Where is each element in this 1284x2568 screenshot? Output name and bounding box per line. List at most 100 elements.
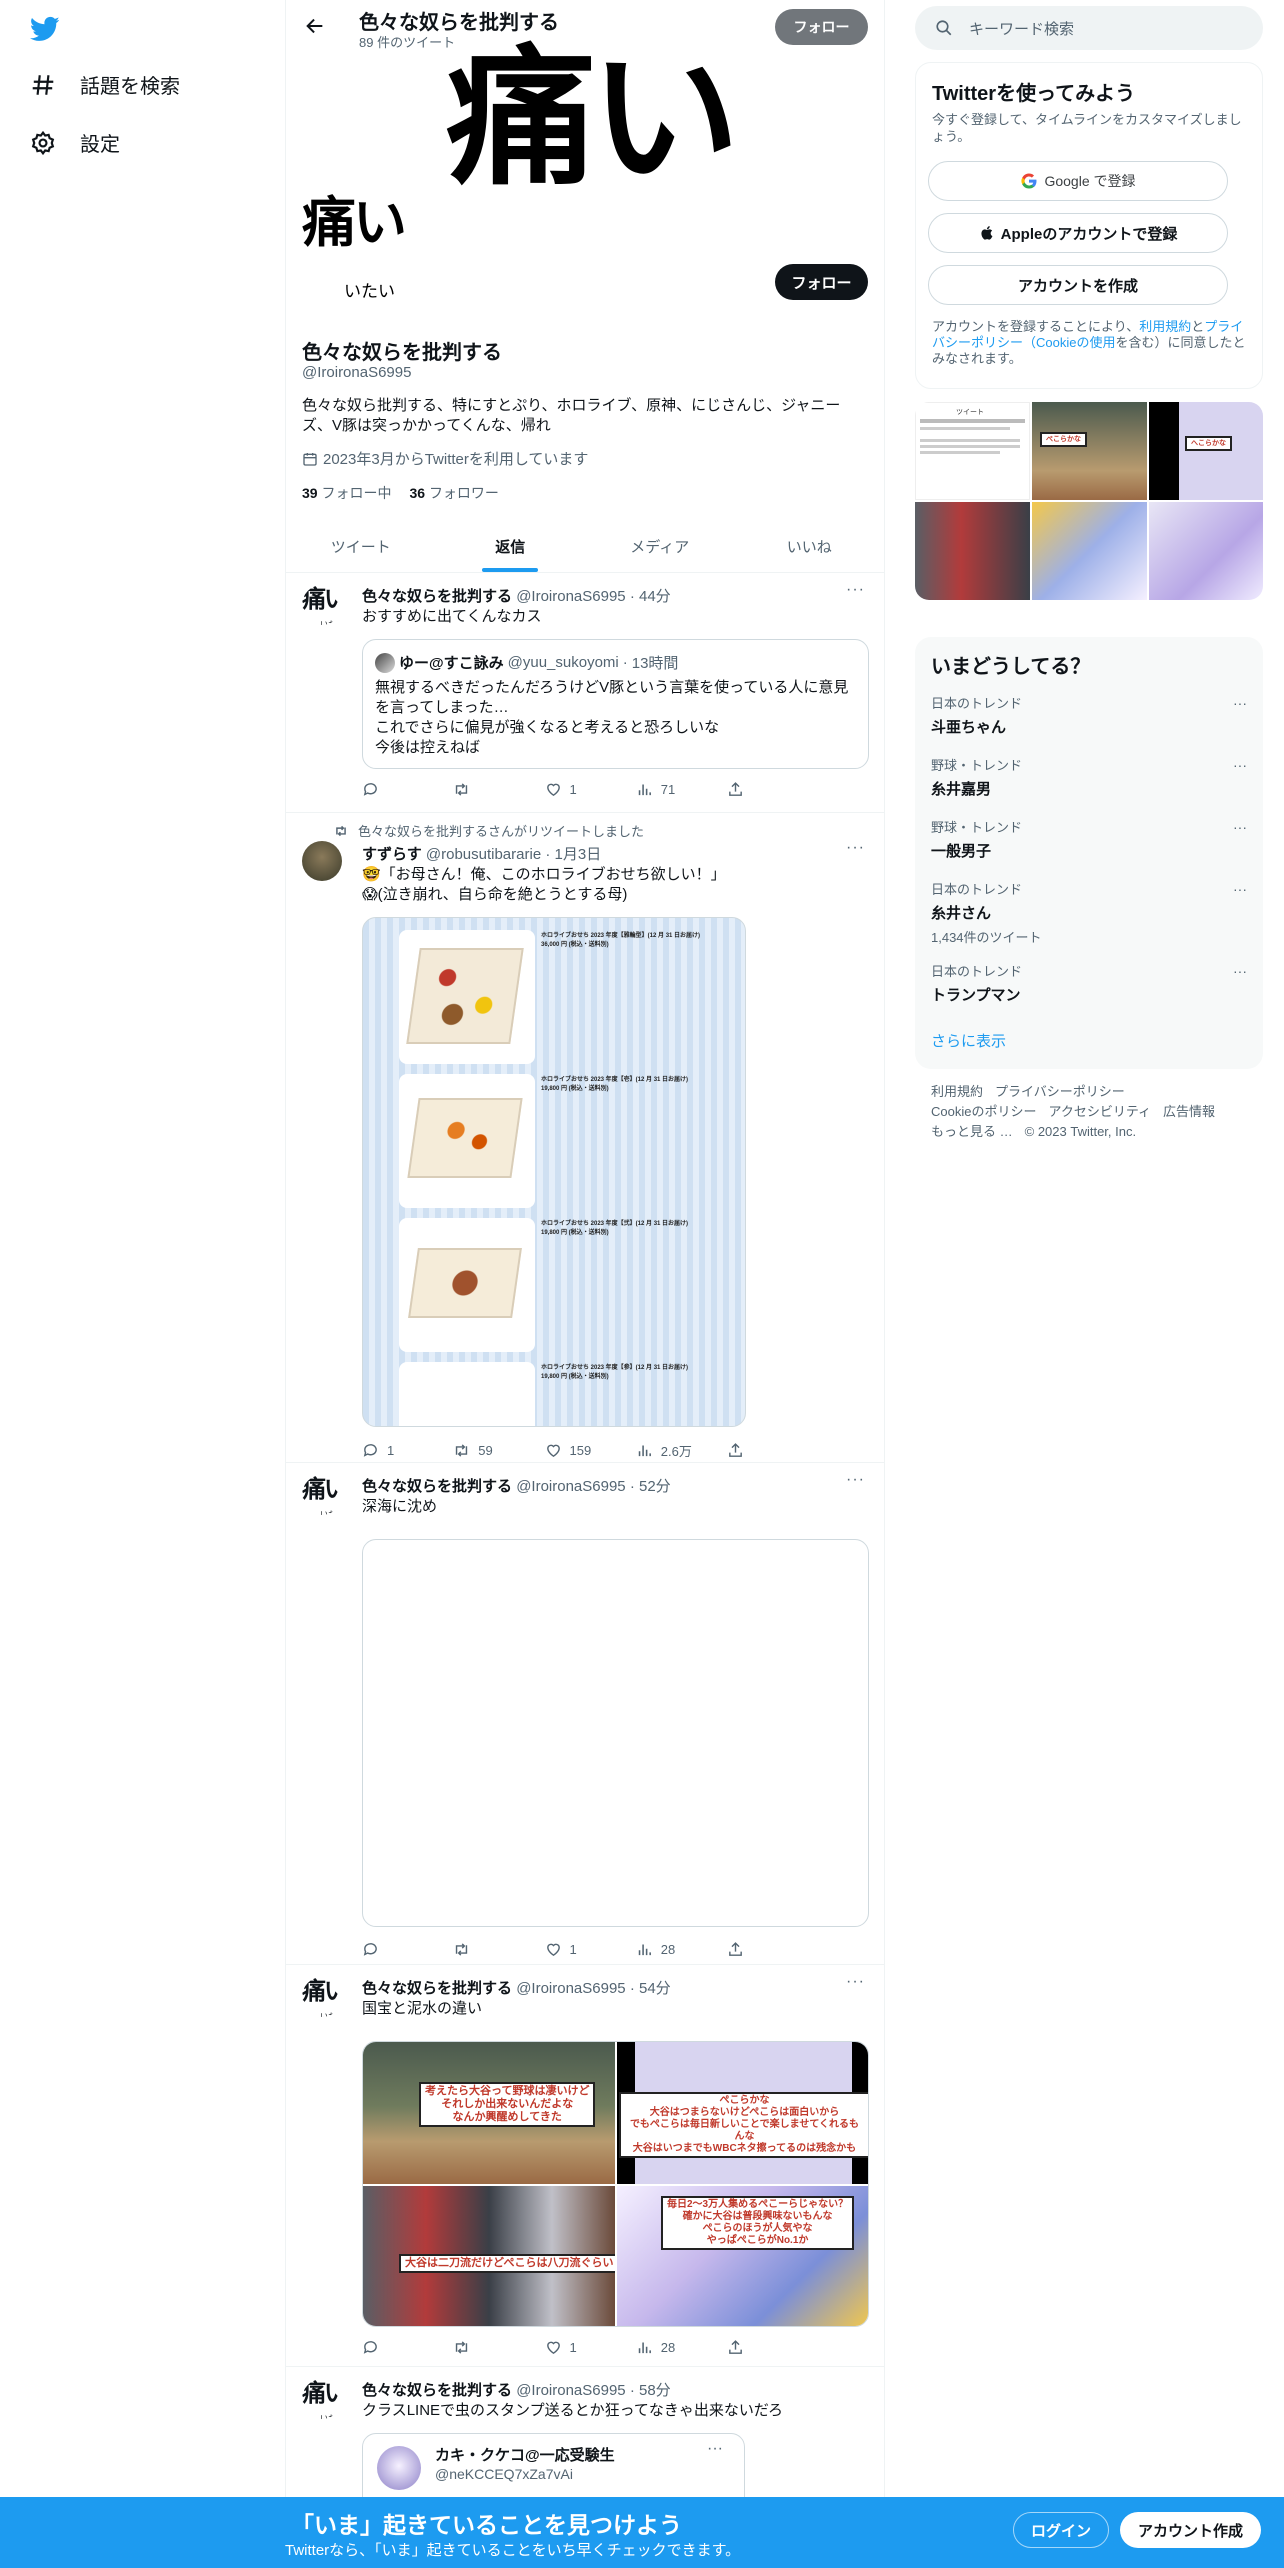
header-follow-button[interactable]: フォロー bbox=[775, 9, 868, 45]
trend-item[interactable]: 野球・トレンド 糸井嘉男 ··· bbox=[931, 755, 1247, 799]
calendar-icon bbox=[303, 452, 317, 466]
tweet-image-osechi[interactable]: ホロライブおせち 2023 年度【雅輪型】(12 月 31 日お届け) 36,00… bbox=[362, 917, 746, 1427]
create-account-button[interactable]: アカウントを作成 bbox=[928, 265, 1228, 305]
tweet-avatar[interactable]: 痛い いたい bbox=[302, 1475, 342, 1515]
share-button[interactable] bbox=[727, 2339, 787, 2356]
follow-button[interactable]: フォロー bbox=[775, 264, 868, 300]
trend-item[interactable]: 日本のトレンド 斗亜ちゃん ··· bbox=[931, 693, 1247, 737]
terms-link[interactable]: 利用規約 bbox=[1139, 319, 1191, 334]
share-button[interactable] bbox=[727, 1941, 787, 1958]
tweet[interactable]: 痛い いたい 色々な奴らを批判する @IroironaS6995 · 58分 クラ… bbox=[286, 2367, 884, 2513]
trend-item[interactable]: 野球・トレンド 一般男子 ··· bbox=[931, 817, 1247, 861]
more-icon[interactable]: ··· bbox=[846, 1973, 866, 1991]
more-icon[interactable]: ··· bbox=[1233, 819, 1247, 835]
tweet-image-2[interactable]: ぺこらかな 大谷はつまらないけどぺこらは面白いから でもぺこらは毎日新しいことで… bbox=[617, 2042, 868, 2184]
profile-avatar[interactable]: 痛い いたい bbox=[302, 195, 442, 315]
tweet[interactable]: 色々な奴らを批判するさんがリツイートしました すずらす @robusutibar… bbox=[286, 813, 884, 1463]
more-icon[interactable]: ··· bbox=[1233, 695, 1247, 711]
more-icon[interactable]: ··· bbox=[707, 2440, 723, 2458]
search-box[interactable]: キーワード検索 bbox=[915, 6, 1263, 50]
views-button[interactable]: 2.6万 bbox=[636, 1441, 696, 1460]
back-arrow-icon[interactable] bbox=[304, 15, 326, 37]
tweet-time[interactable]: 54分 bbox=[639, 1980, 671, 1997]
more-icon[interactable]: ··· bbox=[1233, 963, 1247, 979]
tweet-time[interactable]: 52分 bbox=[639, 1478, 671, 1495]
views-button[interactable]: 71 bbox=[636, 781, 696, 798]
apple-signup-label: Appleのアカウントで登録 bbox=[1000, 225, 1178, 243]
quoted-tweet[interactable]: ゆー@すこ詠み @yuu_sukoyomi · 13時間 無視するべきだったんだろう… bbox=[362, 639, 869, 769]
more-icon[interactable]: ··· bbox=[846, 839, 866, 857]
tweet-media-blank[interactable] bbox=[362, 1539, 869, 1927]
tweet-author-name[interactable]: 色々な奴らを批判する bbox=[362, 1478, 512, 1495]
nav-explore[interactable]: 話題を検索 bbox=[30, 70, 180, 99]
tweet-avatar[interactable]: 痛い いたい bbox=[302, 585, 342, 625]
footer-terms-link[interactable]: 利用規約 bbox=[931, 1084, 983, 1099]
media-thumb-4[interactable] bbox=[915, 502, 1030, 600]
followers-link[interactable]: 36 フォロワー bbox=[409, 483, 498, 503]
tweet-time[interactable]: 44分 bbox=[639, 588, 671, 605]
footer-privacy-link[interactable]: プライバシーポリシー bbox=[995, 1084, 1125, 1099]
google-signup-button[interactable]: Google で登録 bbox=[928, 161, 1228, 201]
media-thumb-2[interactable]: ぺこらかな bbox=[1032, 402, 1147, 500]
login-button[interactable]: ログイン bbox=[1013, 2512, 1109, 2548]
tweet-time[interactable]: 1月3日 bbox=[555, 846, 602, 863]
share-button[interactable] bbox=[727, 781, 787, 798]
tweet-time[interactable]: 58分 bbox=[639, 2382, 671, 2399]
trend-item[interactable]: 日本のトレンド トランプマン ··· bbox=[931, 961, 1247, 1005]
footer-more-link[interactable]: もっと見る … bbox=[931, 1124, 1013, 1139]
osechi-price-2: 19,800 円 (税込・送料別) bbox=[541, 1086, 609, 1092]
tweet[interactable]: 痛い いたい 色々な奴らを批判する @IroironaS6995 · 44分 ··… bbox=[286, 573, 884, 813]
media-thumb-3[interactable]: へこらかな bbox=[1149, 402, 1263, 500]
retweet-button[interactable] bbox=[453, 2339, 513, 2356]
footer-cookie-link[interactable]: Cookieのポリシー bbox=[931, 1104, 1036, 1119]
following-link[interactable]: 39 フォロー中 bbox=[302, 483, 391, 503]
tweet-author-name[interactable]: 色々な奴らを批判する bbox=[362, 2382, 512, 2399]
tweet-author-name[interactable]: 色々な奴らを批判する bbox=[362, 588, 512, 605]
like-button[interactable]: 1 bbox=[545, 781, 605, 798]
tweet-avatar[interactable]: 痛い いたい bbox=[302, 1977, 342, 2017]
signup-button[interactable]: アカウント作成 bbox=[1120, 2512, 1261, 2548]
tweet-avatar[interactable]: 痛い いたい bbox=[302, 2379, 342, 2419]
trends-show-more-link[interactable]: さらに表示 bbox=[931, 1030, 1006, 1051]
tweet[interactable]: 痛い いたい 色々な奴らを批判する @IroironaS6995 · 52分 ··… bbox=[286, 1463, 884, 1965]
tab-tweets[interactable]: ツイート bbox=[286, 520, 436, 572]
tweet-avatar[interactable] bbox=[302, 841, 342, 881]
tab-likes[interactable]: いいね bbox=[735, 520, 885, 572]
more-icon[interactable]: ··· bbox=[1233, 757, 1247, 773]
tweet-author-name[interactable]: すずらす bbox=[362, 846, 422, 863]
reply-button[interactable] bbox=[362, 2339, 422, 2356]
tweet-image-1[interactable]: 考えたら大谷って野球は凄いけど それしか出来ないんだよな なんか興醒めしてきた bbox=[363, 2042, 615, 2184]
media-thumb-1[interactable]: ツイート bbox=[915, 402, 1030, 500]
views-button[interactable]: 28 bbox=[636, 2339, 696, 2356]
retweet-button[interactable] bbox=[453, 1941, 513, 1958]
views-button[interactable]: 28 bbox=[636, 1941, 696, 1958]
share-button[interactable] bbox=[727, 1441, 787, 1460]
like-button[interactable]: 1 bbox=[545, 1941, 605, 1958]
more-icon[interactable]: ··· bbox=[846, 1471, 866, 1489]
retweet-button[interactable] bbox=[453, 781, 513, 798]
left-sidebar: 話題を検索 設定 bbox=[0, 0, 285, 2568]
reply-button[interactable] bbox=[362, 781, 422, 798]
apple-signup-button[interactable]: Appleのアカウントで登録 bbox=[928, 213, 1228, 253]
tab-media[interactable]: メディア bbox=[585, 520, 735, 572]
footer-accessibility-link[interactable]: アクセシビリティ bbox=[1048, 1104, 1151, 1119]
nav-settings[interactable]: 設定 bbox=[30, 128, 120, 157]
media-thumb-5[interactable] bbox=[1032, 502, 1147, 600]
tweet-author-name[interactable]: 色々な奴らを批判する bbox=[362, 1980, 512, 1997]
media-thumb-6[interactable] bbox=[1149, 502, 1263, 600]
more-icon[interactable]: ··· bbox=[846, 581, 866, 599]
more-icon[interactable]: ··· bbox=[1233, 881, 1247, 897]
trend-name: 一般男子 bbox=[931, 843, 992, 860]
footer-ads-link[interactable]: 広告情報 bbox=[1163, 1104, 1215, 1119]
retweet-button[interactable]: 59 bbox=[453, 1441, 513, 1460]
like-button[interactable]: 1 bbox=[545, 2339, 605, 2356]
trend-item[interactable]: 日本のトレンド 糸井さん 1,434件のツイート ··· bbox=[931, 879, 1247, 946]
tab-replies[interactable]: 返信 bbox=[436, 520, 586, 572]
twitter-logo-icon[interactable] bbox=[28, 14, 62, 44]
tweet-image-4[interactable]: 毎日2～3万人集めるぺこーらじゃない？ 確かに大谷は普段興味ないもんな ぺこらの… bbox=[617, 2186, 868, 2326]
tweet-image-3[interactable]: 大谷は二刀流だけどぺこらは八刀流ぐらい bbox=[363, 2186, 615, 2326]
like-button[interactable]: 159 bbox=[545, 1441, 605, 1460]
reply-button[interactable]: 1 bbox=[362, 1441, 422, 1460]
tweet[interactable]: 痛い いたい 色々な奴らを批判する @IroironaS6995 · 54分 ··… bbox=[286, 1965, 884, 2367]
reply-button[interactable] bbox=[362, 1941, 422, 1958]
